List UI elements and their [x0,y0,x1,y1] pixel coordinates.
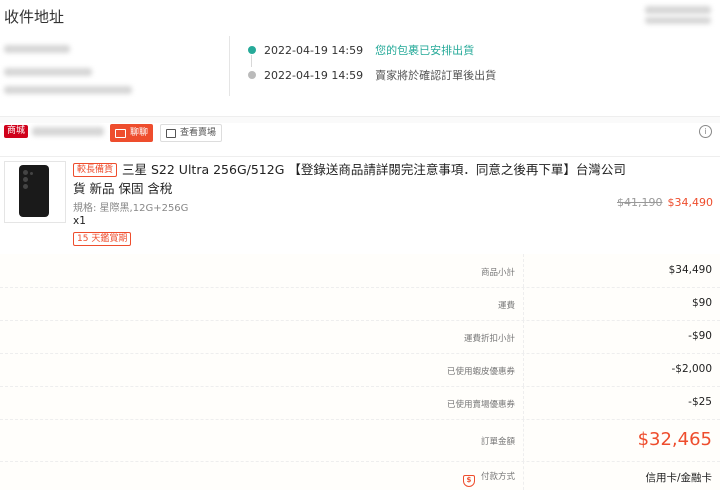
summary-label: 商品小計 [480,268,515,278]
divider [229,36,230,96]
camera-lens [23,184,28,189]
summary-label: 已使用蝦皮優惠券 [446,367,515,377]
summary-label: $ 付款方式 [462,470,515,487]
camera-lens [23,177,28,182]
mall-badge: 商城 [4,125,29,138]
order-summary: 商品小計 $34,490 運費 $90 運費折扣小計 -$90 已使用蝦皮優惠券… [0,254,720,490]
summary-row-payment-method: $ 付款方式 信用卡/金融卡 [0,461,720,490]
payment-method-value: 信用卡/金融卡 [645,472,712,484]
summary-value: -$25 [688,396,712,408]
timeline-text: 賣家將於確認訂單後出貨 [375,69,497,82]
phone-image [19,165,49,217]
summary-label: 已使用賣場優惠券 [446,400,515,410]
camera-lens [30,172,33,175]
summary-row-shipping: 運費 $90 [0,287,720,321]
product-title-block[interactable]: 較長備貨 三星 S22 Ultra 256G/512G 【登錄送商品請詳閱完注意事… [73,160,628,198]
address-section: 收件地址 2022-04-19 14:59 您的包裹已安排出貨 2022-04-… [0,0,720,122]
info-icon[interactable]: i [699,125,712,138]
redacted-name [4,45,70,53]
summary-value: -$90 [688,330,712,342]
summary-label: 運費 [497,301,515,311]
timeline-dot [248,71,256,79]
product-title: 三星 S22 Ultra 256G/512G 【登錄送商品請詳閱完注意事項．同意… [73,162,626,196]
redacted-header-info [645,6,711,14]
redacted-address [4,86,132,94]
chat-button[interactable]: 聊聊 [110,124,154,142]
summary-value: -$2,000 [671,363,712,375]
chat-label: 聊聊 [130,128,149,138]
summary-value: $34,490 [668,264,712,276]
timeline-time: 2022-04-19 14:59 [264,43,364,57]
product-price: $41,190 $34,490 [617,196,713,209]
summary-row-shop-voucher: 已使用賣場優惠券 -$25 [0,386,720,420]
timeline-text: 您的包裹已安排出貨 [375,44,475,57]
chat-icon [115,128,126,138]
redacted-phone [4,68,92,76]
product-quantity: x1 [73,215,86,227]
original-price: $41,190 [617,196,663,209]
product-variant: 規格: 星際黑,12G+256G [73,203,189,214]
summary-label: 訂單金額 [480,437,515,447]
view-shop-label: 查看賣場 [180,128,217,138]
summary-row-subtotal: 商品小計 $34,490 [0,254,720,288]
shield-icon: $ [462,475,475,487]
summary-row-order-total: 訂單金額 $32,465 [0,419,720,462]
payment-label: 付款方式 [480,472,515,482]
view-shop-button[interactable]: 查看賣場 [160,124,223,142]
redacted-header-info [645,17,711,24]
timeline-item: 2022-04-19 14:59 您的包裹已安排出貨 [248,42,474,58]
redacted-shop-name [32,127,104,136]
camera-lens [23,170,28,175]
summary-label: 運費折扣小計 [463,334,515,344]
sale-price: $34,490 [667,196,714,209]
timeline-item: 2022-04-19 14:59 賣家將於確認訂單後出貨 [248,67,496,83]
return-period-tag: 15 天鑑賞期 [73,232,132,246]
address-title: 收件地址 [4,8,65,26]
preorder-tag: 較長備貨 [73,163,118,177]
shop-header [0,122,720,157]
timeline-time: 2022-04-19 14:59 [264,68,364,82]
summary-row-shipping-discount: 運費折扣小計 -$90 [0,320,720,354]
timeline-dot-active [248,46,256,54]
summary-row-platform-voucher: 已使用蝦皮優惠券 -$2,000 [0,353,720,387]
shop-icon [166,128,176,138]
order-total-value: $32,465 [637,429,712,450]
summary-value: $90 [691,297,712,309]
